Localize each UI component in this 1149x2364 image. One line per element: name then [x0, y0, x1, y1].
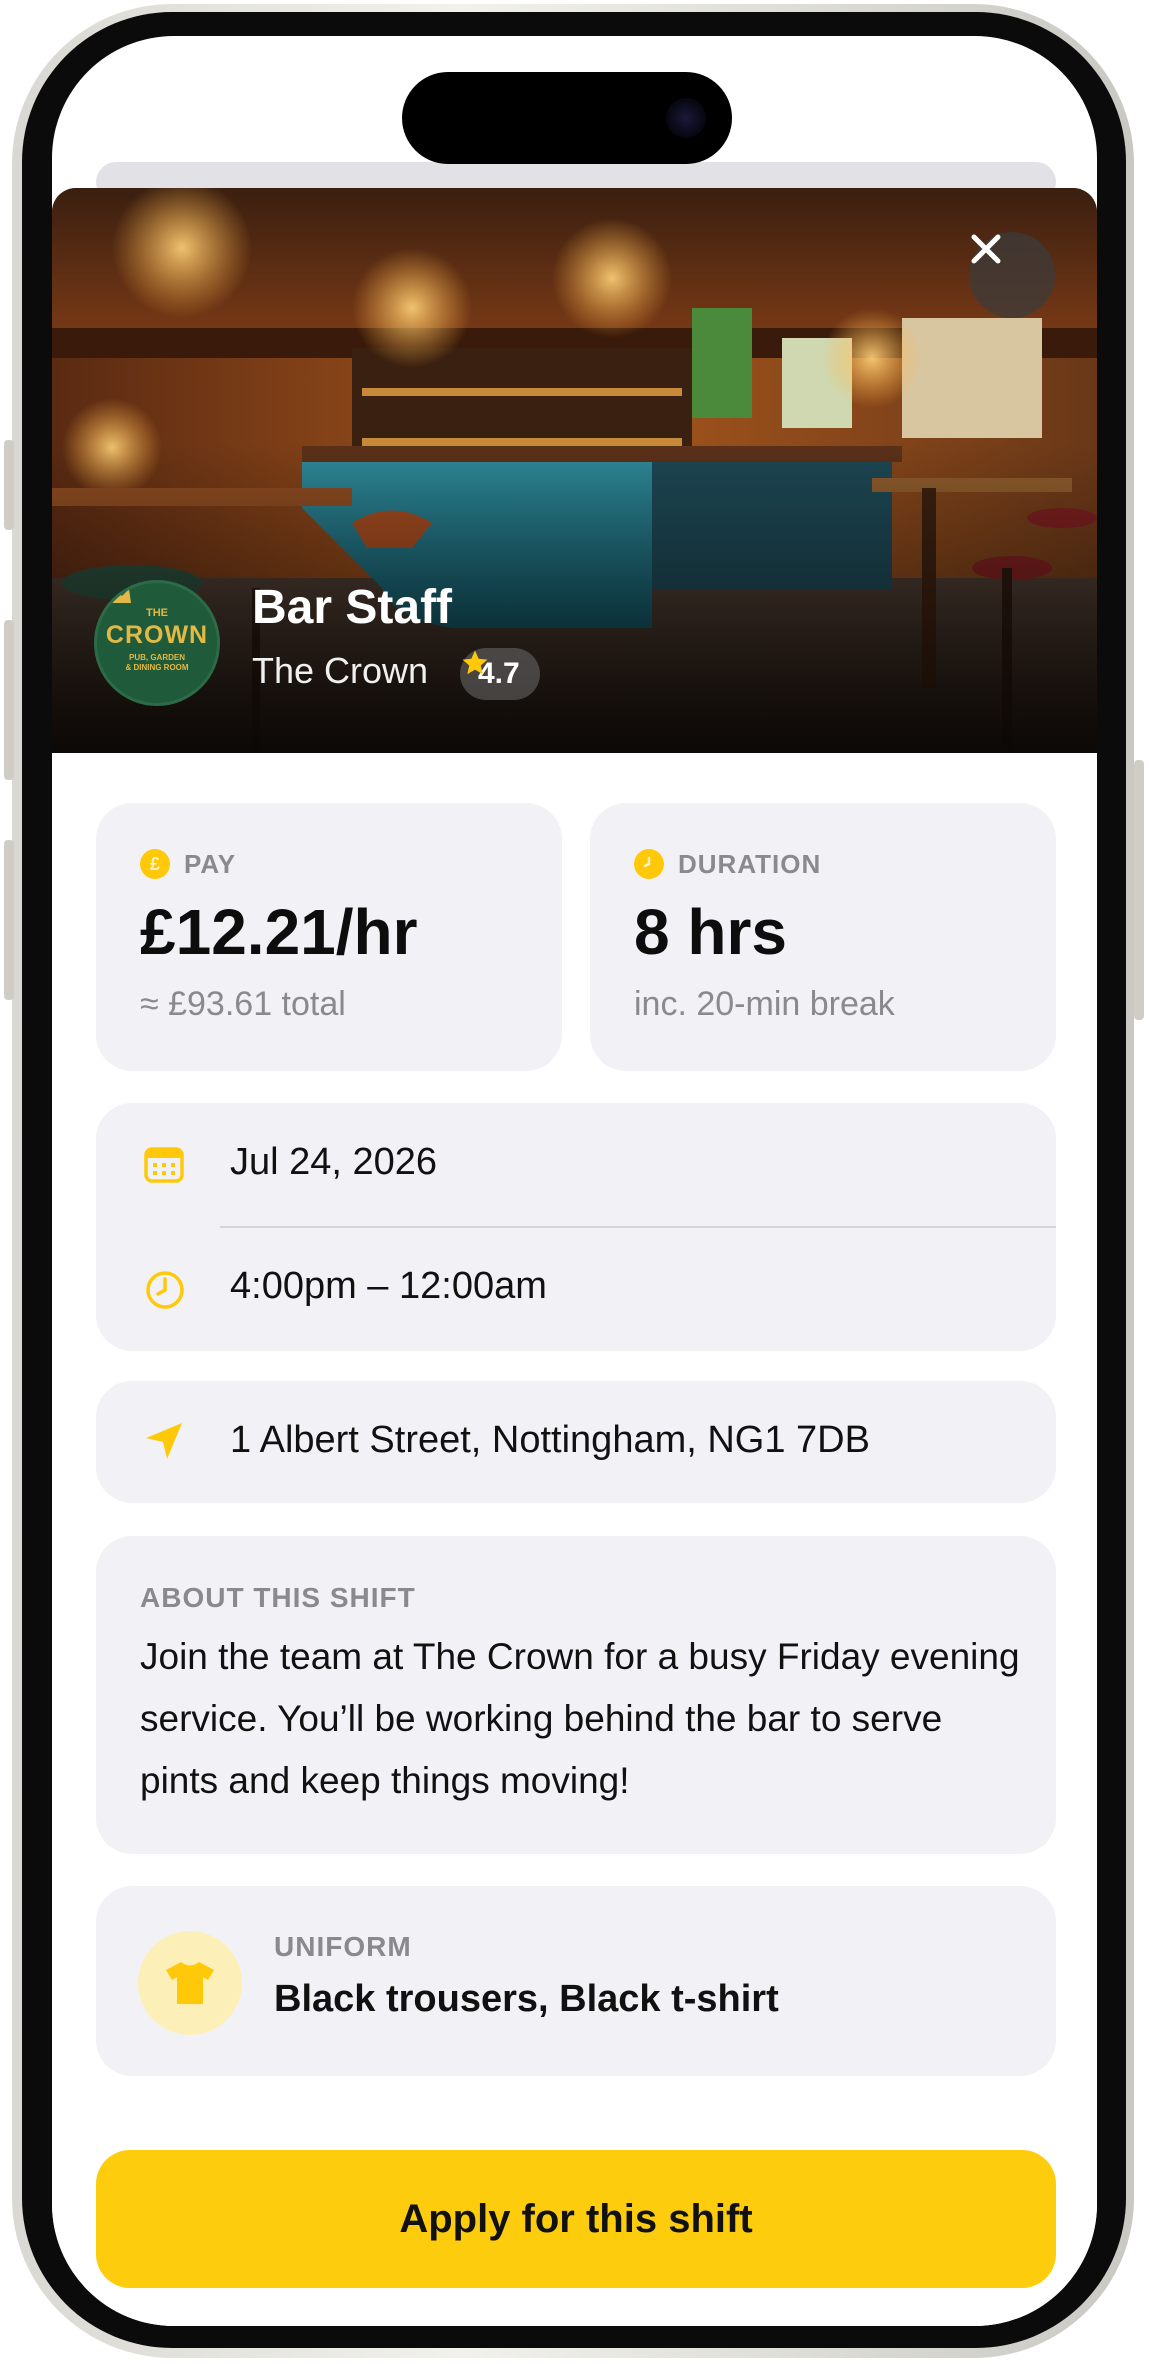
shift-date: Jul 24, 2026 [230, 1141, 438, 1183]
close-icon [971, 234, 1001, 264]
power-button [1134, 760, 1144, 1020]
logo-sub-line1: PUB, GARDEN [128, 653, 185, 662]
camera-icon [666, 98, 706, 138]
break-info: inc. 20-min break [634, 985, 895, 1023]
about-label: ABOUT THIS SHIFT [140, 1582, 416, 1613]
venue-logo: THE CROWN PUB, GARDEN & DINING ROOM [94, 580, 220, 706]
duration-label: DURATION [678, 849, 822, 879]
uniform-card: UNIFORM Black trousers, Black t-shirt [96, 1886, 1056, 2076]
calendar-icon [144, 1147, 184, 1183]
pound-icon: £ [140, 849, 170, 879]
tshirt-shape [166, 1962, 214, 2004]
logo-sub-line2: & DINING ROOM [125, 663, 189, 672]
job-title: Bar Staff [252, 581, 453, 634]
logo-subtitle: PUB, GARDEN & DINING ROOM [97, 653, 217, 673]
pay-label: PAY [184, 849, 237, 879]
dynamic-island [402, 72, 732, 164]
about-description: Join the team at The Crown for a busy Fr… [140, 1636, 1020, 1801]
uniform-value: Black trousers, Black t-shirt [274, 1978, 779, 2020]
volume-up-button [4, 620, 14, 780]
star-icon [462, 650, 488, 675]
shift-detail-sheet: THE CROWN PUB, GARDEN & DINING ROOM Bar … [52, 188, 1097, 2326]
pay-total: ≈ £93.61 total [140, 985, 346, 1023]
venue-name[interactable]: The Crown [252, 650, 428, 692]
duration-card: DURATION 8 hrs inc. 20-min break [590, 803, 1056, 1071]
apply-button[interactable]: Apply for this shift [96, 2150, 1056, 2288]
volume-down-button [4, 840, 14, 1000]
action-button [4, 440, 14, 530]
rating-badge: 4.7 [460, 648, 540, 700]
schedule-card: Jul 24, 2026 4:00pm – 12:00am [96, 1103, 1056, 1351]
address[interactable]: 1 Albert Street, Nottingham, NG1 7DB [230, 1419, 870, 1462]
screen: THE CROWN PUB, GARDEN & DINING ROOM Bar … [52, 36, 1097, 2326]
pay-value: £12.21/hr [140, 896, 418, 968]
crown-icon [99, 585, 131, 603]
tshirt-icon [138, 1931, 242, 2035]
location-arrow-icon [146, 1423, 182, 1459]
logo-name: CROWN [105, 621, 209, 649]
clock-icon [634, 849, 664, 879]
logo-the: THE [146, 607, 168, 619]
uniform-label: UNIFORM [274, 1931, 412, 1962]
pay-card: £ PAY £12.21/hr ≈ £93.61 total [96, 803, 562, 1071]
duration-value: 8 hrs [634, 896, 787, 968]
shift-time: 4:00pm – 12:00am [230, 1265, 547, 1307]
clock-hands [643, 856, 651, 868]
location-card[interactable]: 1 Albert Street, Nottingham, NG1 7DB [96, 1381, 1056, 1503]
schedule-divider [220, 1226, 1056, 1228]
about-card: ABOUT THIS SHIFT Join the team at The Cr… [96, 1536, 1056, 1854]
clock-icon [146, 1271, 184, 1309]
hero-image: THE CROWN PUB, GARDEN & DINING ROOM Bar … [52, 188, 1097, 753]
close-button[interactable] [969, 232, 1055, 318]
